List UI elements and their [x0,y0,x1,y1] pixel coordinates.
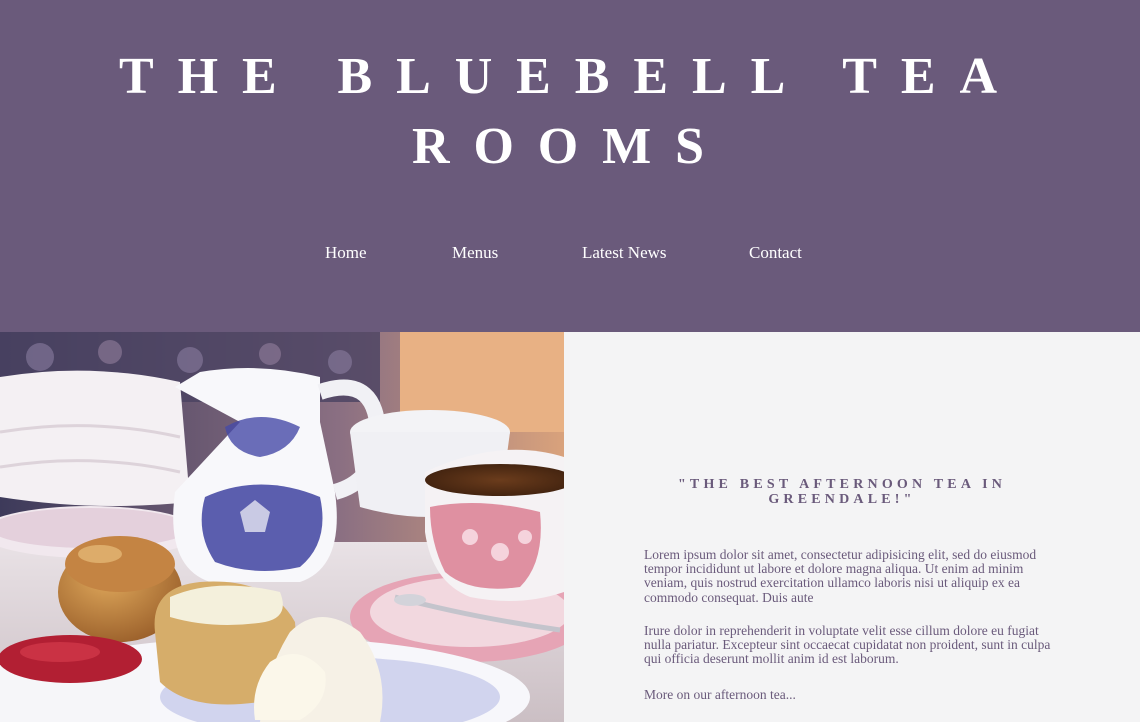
intro-paragraph-2: Irure dolor in reprehenderit in voluptat… [644,623,1051,667]
main-nav: Home Menus Latest News Contact [0,241,1140,267]
afternoon-tea-photo [0,332,564,722]
intro-paragraph-1: Lorem ipsum dolor sit amet, consectetur … [644,547,1037,605]
more-afternoon-tea-link[interactable]: More on our afternoon tea... [644,687,796,703]
quote-heading: "THE BEST AFTERNOON TEA IN GREENDALE!" [677,477,1007,507]
site-title: THE BLUEBELL TEA ROOMS [119,48,1021,175]
nav-latest-news[interactable]: Latest News [582,241,667,265]
nav-home[interactable]: Home [325,241,367,265]
nav-contact[interactable]: Contact [749,241,802,265]
intro-panel: "THE BEST AFTERNOON TEA IN GREENDALE!" L… [564,332,1140,722]
nav-menus[interactable]: Menus [452,241,498,265]
site-header: THE BLUEBELL TEA ROOMS Home Menus Latest… [0,0,1140,332]
